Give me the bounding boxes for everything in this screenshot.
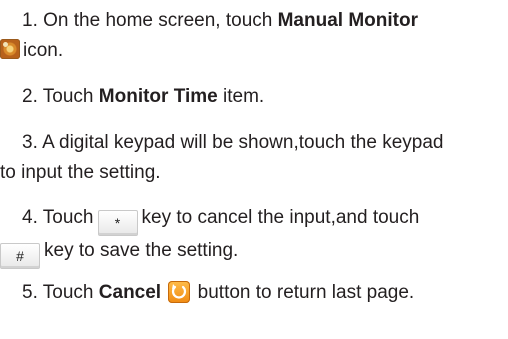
step-3: 3. A digital keypad will be shown,touch … xyxy=(0,128,504,188)
step-5-number: 5. xyxy=(22,282,38,303)
step-2-number: 2. xyxy=(22,86,38,107)
step-1: 1. On the home screen, touch Manual Moni… xyxy=(0,6,504,66)
instruction-page: 1. On the home screen, touch Manual Moni… xyxy=(0,0,508,339)
monitor-time-label: Monitor Time xyxy=(98,86,218,107)
step-2-text: Touch xyxy=(42,86,94,107)
manual-monitor-icon xyxy=(0,39,20,59)
step-5: 5. Touch Cancel button to return last pa… xyxy=(0,278,504,308)
step-4-middle: key to cancel the input,and touch xyxy=(141,207,420,228)
hash-key-icon: # xyxy=(0,243,40,269)
step-5-suffix: button to return last page. xyxy=(197,282,415,303)
step-4-text: Touch xyxy=(42,207,94,228)
step-1-suffix: icon. xyxy=(23,40,64,61)
manual-monitor-label: Manual Monitor xyxy=(277,10,418,31)
step-4-suffix: key to save the setting. xyxy=(44,240,239,261)
step-4-number: 4. xyxy=(22,207,38,228)
step-5-text: Touch xyxy=(42,282,94,303)
step-3-line-2: to input the setting. xyxy=(0,162,161,183)
step-4: 4. Touch * key to cancel the input,and tou… xyxy=(0,203,504,269)
step-3-line-1: A digital keypad will be shown,touch the… xyxy=(42,132,444,153)
cancel-label: Cancel xyxy=(98,282,162,303)
step-1-text: On the home screen, touch xyxy=(43,10,273,31)
step-1-number: 1. xyxy=(22,10,38,31)
cancel-return-icon xyxy=(168,281,191,303)
step-3-number: 3. xyxy=(22,132,38,153)
step-2-suffix: item. xyxy=(223,86,265,107)
step-2: 2. Touch Monitor Time item. xyxy=(0,82,504,112)
star-key-icon: * xyxy=(97,210,138,236)
